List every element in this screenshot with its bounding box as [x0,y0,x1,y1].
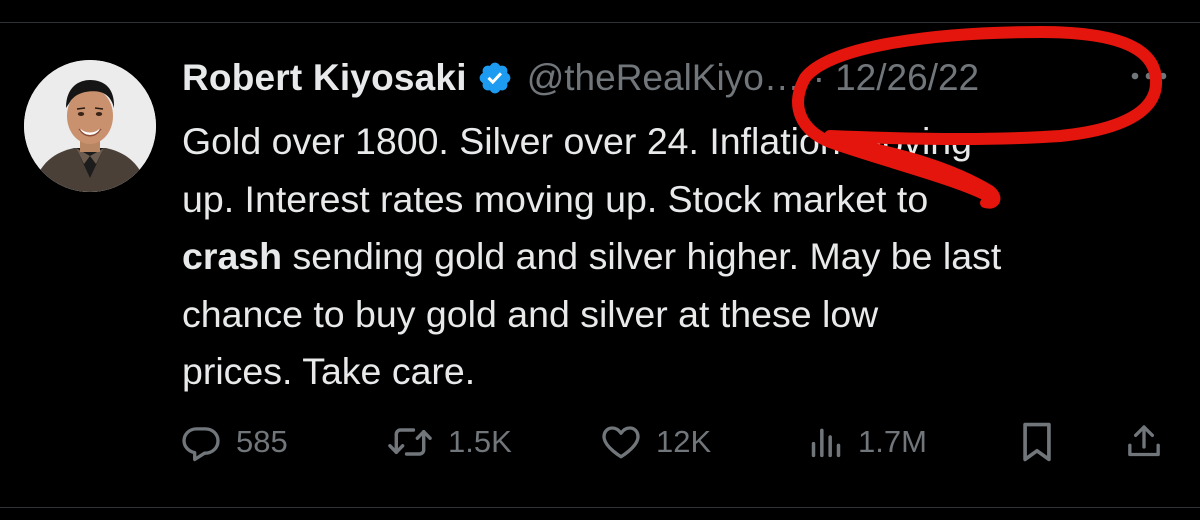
retweet-button[interactable]: 1.5K [386,415,512,469]
tweet-text-line: up. Interest rates moving up. Stock mark… [182,177,929,220]
share-button[interactable] [1124,415,1164,469]
like-button[interactable]: 12K [600,415,711,469]
retweet-icon [388,428,432,456]
bottom-divider [0,507,1200,508]
bold-word: crash [182,235,283,277]
avatar-photo [24,60,156,192]
bookmark-icon [1023,422,1051,462]
like-count: 12K [656,424,712,459]
author-handle[interactable]: @theRealKiyo… [527,57,801,99]
tweet-text-fragment: sending gold and silver higher. May be l… [282,235,1002,277]
tweet-text-line: prices. Take care. [182,350,476,392]
reply-count: 585 [236,424,288,459]
heart-icon [602,426,640,459]
tweet-date[interactable]: 12/26/22 [835,57,979,99]
tweet-actions: 585 1.5K 12K 1.7M [180,415,1180,469]
verified-badge-icon [477,60,513,96]
reply-button[interactable]: 585 [180,415,288,469]
tweet-header: Robert Kiyosaki @theRealKiyo… · 12/26/22 [182,52,1182,104]
views-icon [811,428,841,458]
bookmark-button[interactable] [1018,415,1056,469]
author-avatar[interactable] [24,60,156,192]
more-icon [1131,72,1167,80]
header-separator: · [812,57,826,98]
top-divider [0,22,1200,23]
views-count: 1.7M [858,424,927,459]
author-name[interactable]: Robert Kiyosaki [182,57,467,99]
tweet-text-line: Gold over 1800. Silver over 24. Inflatio… [182,120,973,162]
retweet-count: 1.5K [448,424,512,459]
reply-icon [182,427,220,462]
views-button[interactable]: 1.7M [808,415,927,469]
share-icon [1128,425,1160,457]
tweet-text-line: crash sending gold and silver higher. Ma… [182,228,1182,286]
tweet-text: Gold over 1800. Silver over 24. Inflatio… [182,113,1182,401]
tweet-text-line: chance to buy gold and silver at these l… [182,292,879,335]
more-button[interactable] [1126,58,1172,94]
